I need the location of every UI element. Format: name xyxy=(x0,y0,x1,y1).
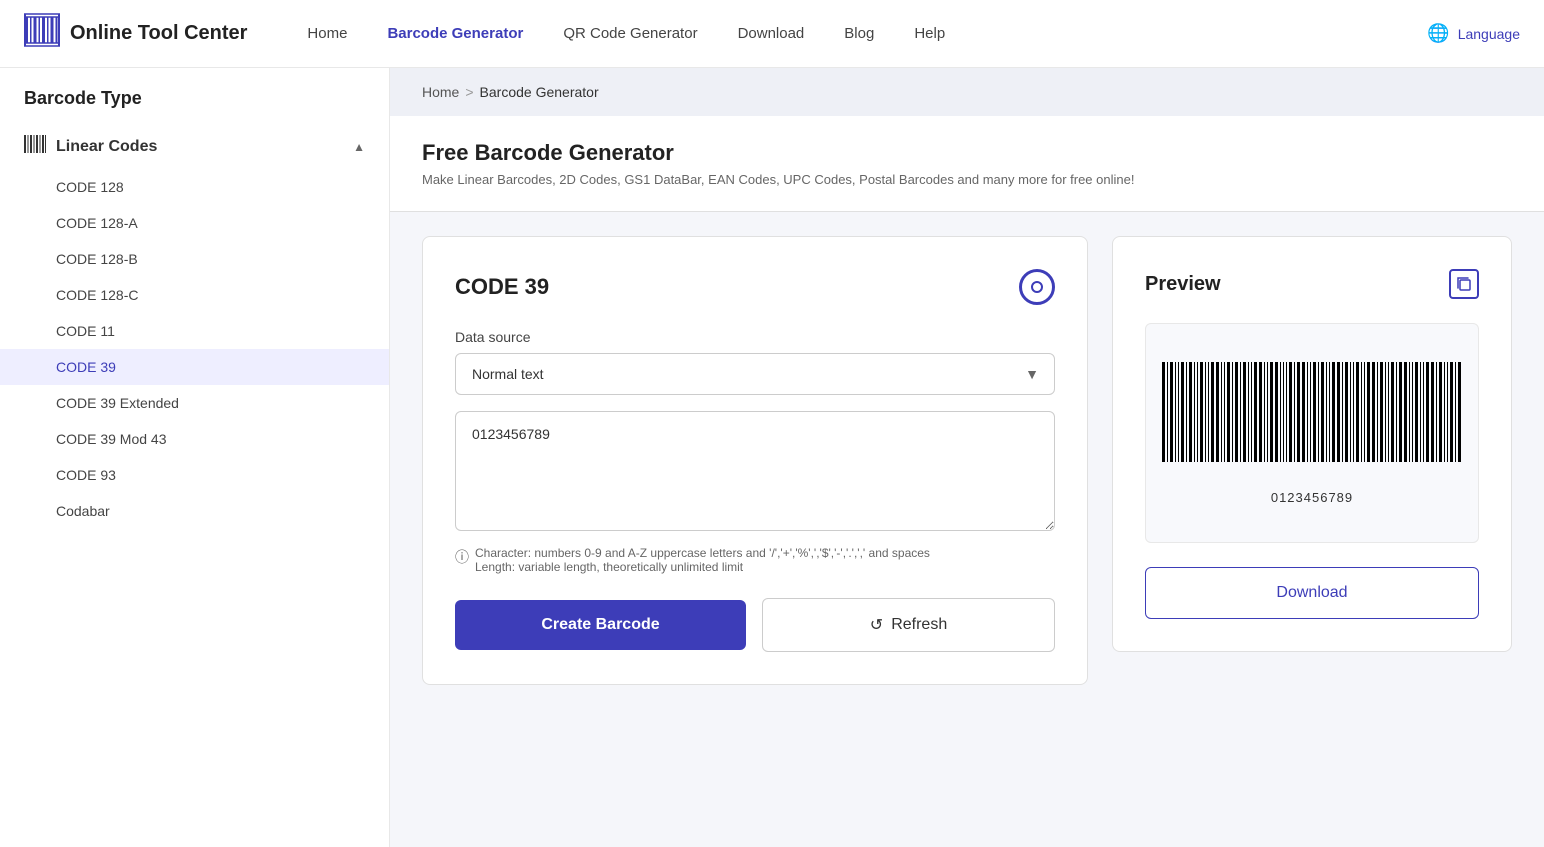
nav-barcode-generator[interactable]: Barcode Generator xyxy=(387,25,523,42)
breadcrumb: Home > Barcode Generator xyxy=(390,68,1544,116)
sidebar-item-code128b[interactable]: CODE 128-B xyxy=(0,241,389,277)
page-header: Free Barcode Generator Make Linear Barco… xyxy=(390,116,1544,212)
sidebar-section-linear-codes[interactable]: Linear Codes ▲ xyxy=(0,125,389,169)
copy-icon-button[interactable] xyxy=(1449,269,1479,299)
sidebar-item-code39[interactable]: CODE 39 xyxy=(0,349,389,385)
barcode-section-icon xyxy=(24,135,46,159)
barcode-preview-area: 0123456789 xyxy=(1145,323,1479,543)
barcode-image: 0123456789 xyxy=(1162,362,1462,505)
sidebar-section-label: Linear Codes xyxy=(24,135,157,159)
preview-title: Preview xyxy=(1145,273,1221,296)
info-icon: ⓘ xyxy=(455,547,469,567)
barcode-number: 0123456789 xyxy=(1271,490,1353,505)
sidebar-section-title: Linear Codes xyxy=(56,138,157,156)
page-description: Make Linear Barcodes, 2D Codes, GS1 Data… xyxy=(422,172,1512,187)
nav-home[interactable]: Home xyxy=(307,25,347,42)
nav-blog[interactable]: Blog xyxy=(844,25,874,42)
download-button[interactable]: Download xyxy=(1145,567,1479,619)
refresh-button[interactable]: ↺ Refresh xyxy=(762,598,1055,652)
sidebar-title: Barcode Type xyxy=(0,88,389,125)
form-actions: Create Barcode ↺ Refresh xyxy=(455,598,1055,652)
form-panel-header: CODE 39 xyxy=(455,269,1055,305)
sidebar-item-code128a[interactable]: CODE 128-A xyxy=(0,205,389,241)
header: Online Tool Center Home Barcode Generato… xyxy=(0,0,1544,68)
refresh-icon: ↺ xyxy=(870,615,883,635)
target-icon-inner xyxy=(1031,281,1043,293)
form-panel-title: CODE 39 xyxy=(455,274,549,300)
sidebar-item-codabar[interactable]: Codabar xyxy=(0,493,389,529)
breadcrumb-separator: > xyxy=(465,84,473,100)
refresh-label: Refresh xyxy=(891,616,947,634)
data-source-select-wrapper: Normal text Hex Base64 ▼ xyxy=(455,353,1055,395)
sidebar-item-code93[interactable]: CODE 93 xyxy=(0,457,389,493)
main-nav: Home Barcode Generator QR Code Generator… xyxy=(307,25,1427,42)
data-source-label: Data source xyxy=(455,329,1055,345)
target-icon[interactable] xyxy=(1019,269,1055,305)
sidebar-item-code128c[interactable]: CODE 128-C xyxy=(0,277,389,313)
preview-panel: Preview xyxy=(1112,236,1512,652)
sidebar-item-code11[interactable]: CODE 11 xyxy=(0,313,389,349)
main-content: Home > Barcode Generator Free Barcode Ge… xyxy=(390,68,1544,847)
logo-icon xyxy=(24,12,60,55)
data-source-select[interactable]: Normal text Hex Base64 xyxy=(455,353,1055,395)
nav-qr-generator[interactable]: QR Code Generator xyxy=(563,25,697,42)
logo-text: Online Tool Center xyxy=(70,22,247,45)
sidebar-item-code39ext[interactable]: CODE 39 Extended xyxy=(0,385,389,421)
layout: Barcode Type Linear Codes xyxy=(0,68,1544,847)
logo[interactable]: Online Tool Center xyxy=(24,12,247,55)
hint-line2: Length: variable length, theoretically u… xyxy=(475,560,743,574)
content-area: CODE 39 Data source Normal text Hex Base… xyxy=(390,212,1544,709)
hint-line1: Character: numbers 0-9 and A-Z uppercase… xyxy=(475,546,930,560)
barcode-data-input[interactable]: 0123456789 xyxy=(455,411,1055,531)
preview-header: Preview xyxy=(1145,269,1479,299)
hint-text: Character: numbers 0-9 and A-Z uppercase… xyxy=(475,546,930,574)
page-title: Free Barcode Generator xyxy=(422,140,1512,166)
sidebar-item-code128[interactable]: CODE 128 xyxy=(0,169,389,205)
breadcrumb-home[interactable]: Home xyxy=(422,84,459,100)
form-panel: CODE 39 Data source Normal text Hex Base… xyxy=(422,236,1088,685)
chevron-up-icon: ▲ xyxy=(353,140,365,154)
nav-help[interactable]: Help xyxy=(914,25,945,42)
language-selector[interactable]: 🌐 Language xyxy=(1427,23,1520,44)
form-hint: ⓘ Character: numbers 0-9 and A-Z upperca… xyxy=(455,546,1055,574)
sidebar-item-code39mod43[interactable]: CODE 39 Mod 43 xyxy=(0,421,389,457)
sidebar: Barcode Type Linear Codes xyxy=(0,68,390,847)
breadcrumb-current: Barcode Generator xyxy=(480,84,599,100)
globe-icon: 🌐 xyxy=(1427,23,1449,44)
language-label: Language xyxy=(1458,26,1520,42)
create-barcode-button[interactable]: Create Barcode xyxy=(455,600,746,650)
nav-download[interactable]: Download xyxy=(738,25,805,42)
